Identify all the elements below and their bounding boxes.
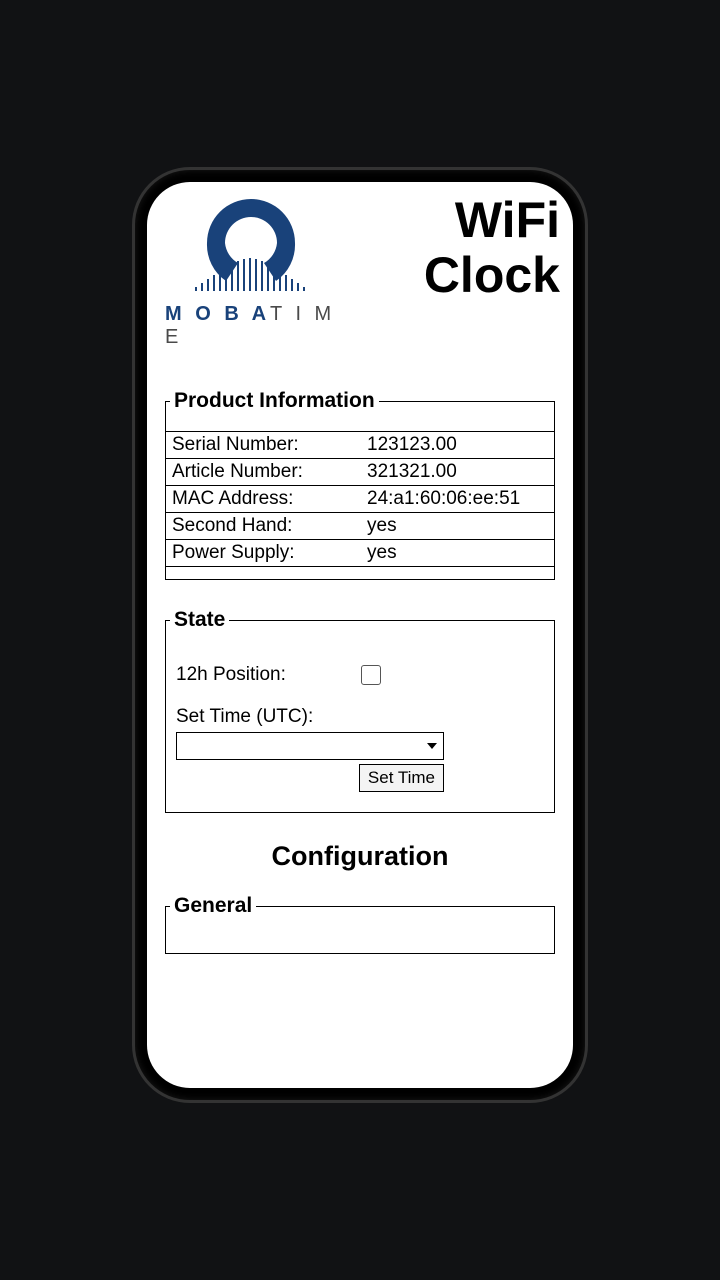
phone-screen: M O B AT I M E WiFi Clock Product Inform… xyxy=(147,182,573,1088)
power-supply-value: yes xyxy=(367,542,548,564)
clock-arc-icon xyxy=(186,191,316,301)
serial-number-value: 123123.00 xyxy=(367,434,548,456)
article-number-label: Article Number: xyxy=(172,461,367,483)
table-row: Second Hand: yes xyxy=(166,512,554,539)
state-fieldset: State 12h Position: Set Time (UTC): Se xyxy=(165,608,555,813)
set-time-label: Set Time (UTC): xyxy=(176,706,544,728)
power-supply-label: Power Supply: xyxy=(172,542,367,564)
set-time-row: Set Time (UTC): Set Time xyxy=(176,706,544,792)
state-legend: State xyxy=(170,608,229,632)
product-info-legend: Product Information xyxy=(170,389,379,413)
serial-number-label: Serial Number: xyxy=(172,434,367,456)
mac-address-label: MAC Address: xyxy=(172,488,367,510)
configuration-title: Configuration xyxy=(165,841,555,872)
header: M O B AT I M E WiFi Clock xyxy=(165,182,555,349)
table-row: Serial Number: 123123.00 xyxy=(166,431,554,458)
brand-wordmark: M O B AT I M E xyxy=(165,303,337,349)
position-row: 12h Position: xyxy=(176,664,544,686)
content: Product Information Serial Number: 12312… xyxy=(165,349,555,954)
product-info-fieldset: Product Information Serial Number: 12312… xyxy=(165,389,555,580)
second-hand-value: yes xyxy=(367,515,548,537)
state-body: 12h Position: Set Time (UTC): Set Time xyxy=(166,640,554,800)
general-fieldset: General xyxy=(165,894,555,954)
brand-text-moba: M O B A xyxy=(165,303,270,325)
chevron-down-icon xyxy=(427,743,437,749)
general-legend: General xyxy=(170,894,256,918)
second-hand-label: Second Hand: xyxy=(172,515,367,537)
set-time-button-row: Set Time xyxy=(176,764,444,792)
set-time-button[interactable]: Set Time xyxy=(359,764,444,792)
table-row: Article Number: 321321.00 xyxy=(166,458,554,485)
article-number-value: 321321.00 xyxy=(367,461,548,483)
set-time-dropdown[interactable] xyxy=(176,732,444,760)
product-info-grid: Serial Number: 123123.00 Article Number:… xyxy=(166,431,554,567)
table-row: Power Supply: yes xyxy=(166,539,554,567)
brand-logo: M O B AT I M E xyxy=(165,187,337,349)
page-title: WiFi Clock xyxy=(337,193,560,303)
mac-address-value: 24:a1:60:06:ee:51 xyxy=(367,488,548,510)
position-label: 12h Position: xyxy=(176,664,361,686)
position-checkbox[interactable] xyxy=(361,665,381,685)
phone-frame: M O B AT I M E WiFi Clock Product Inform… xyxy=(135,170,585,1100)
table-row: MAC Address: 24:a1:60:06:ee:51 xyxy=(166,485,554,512)
